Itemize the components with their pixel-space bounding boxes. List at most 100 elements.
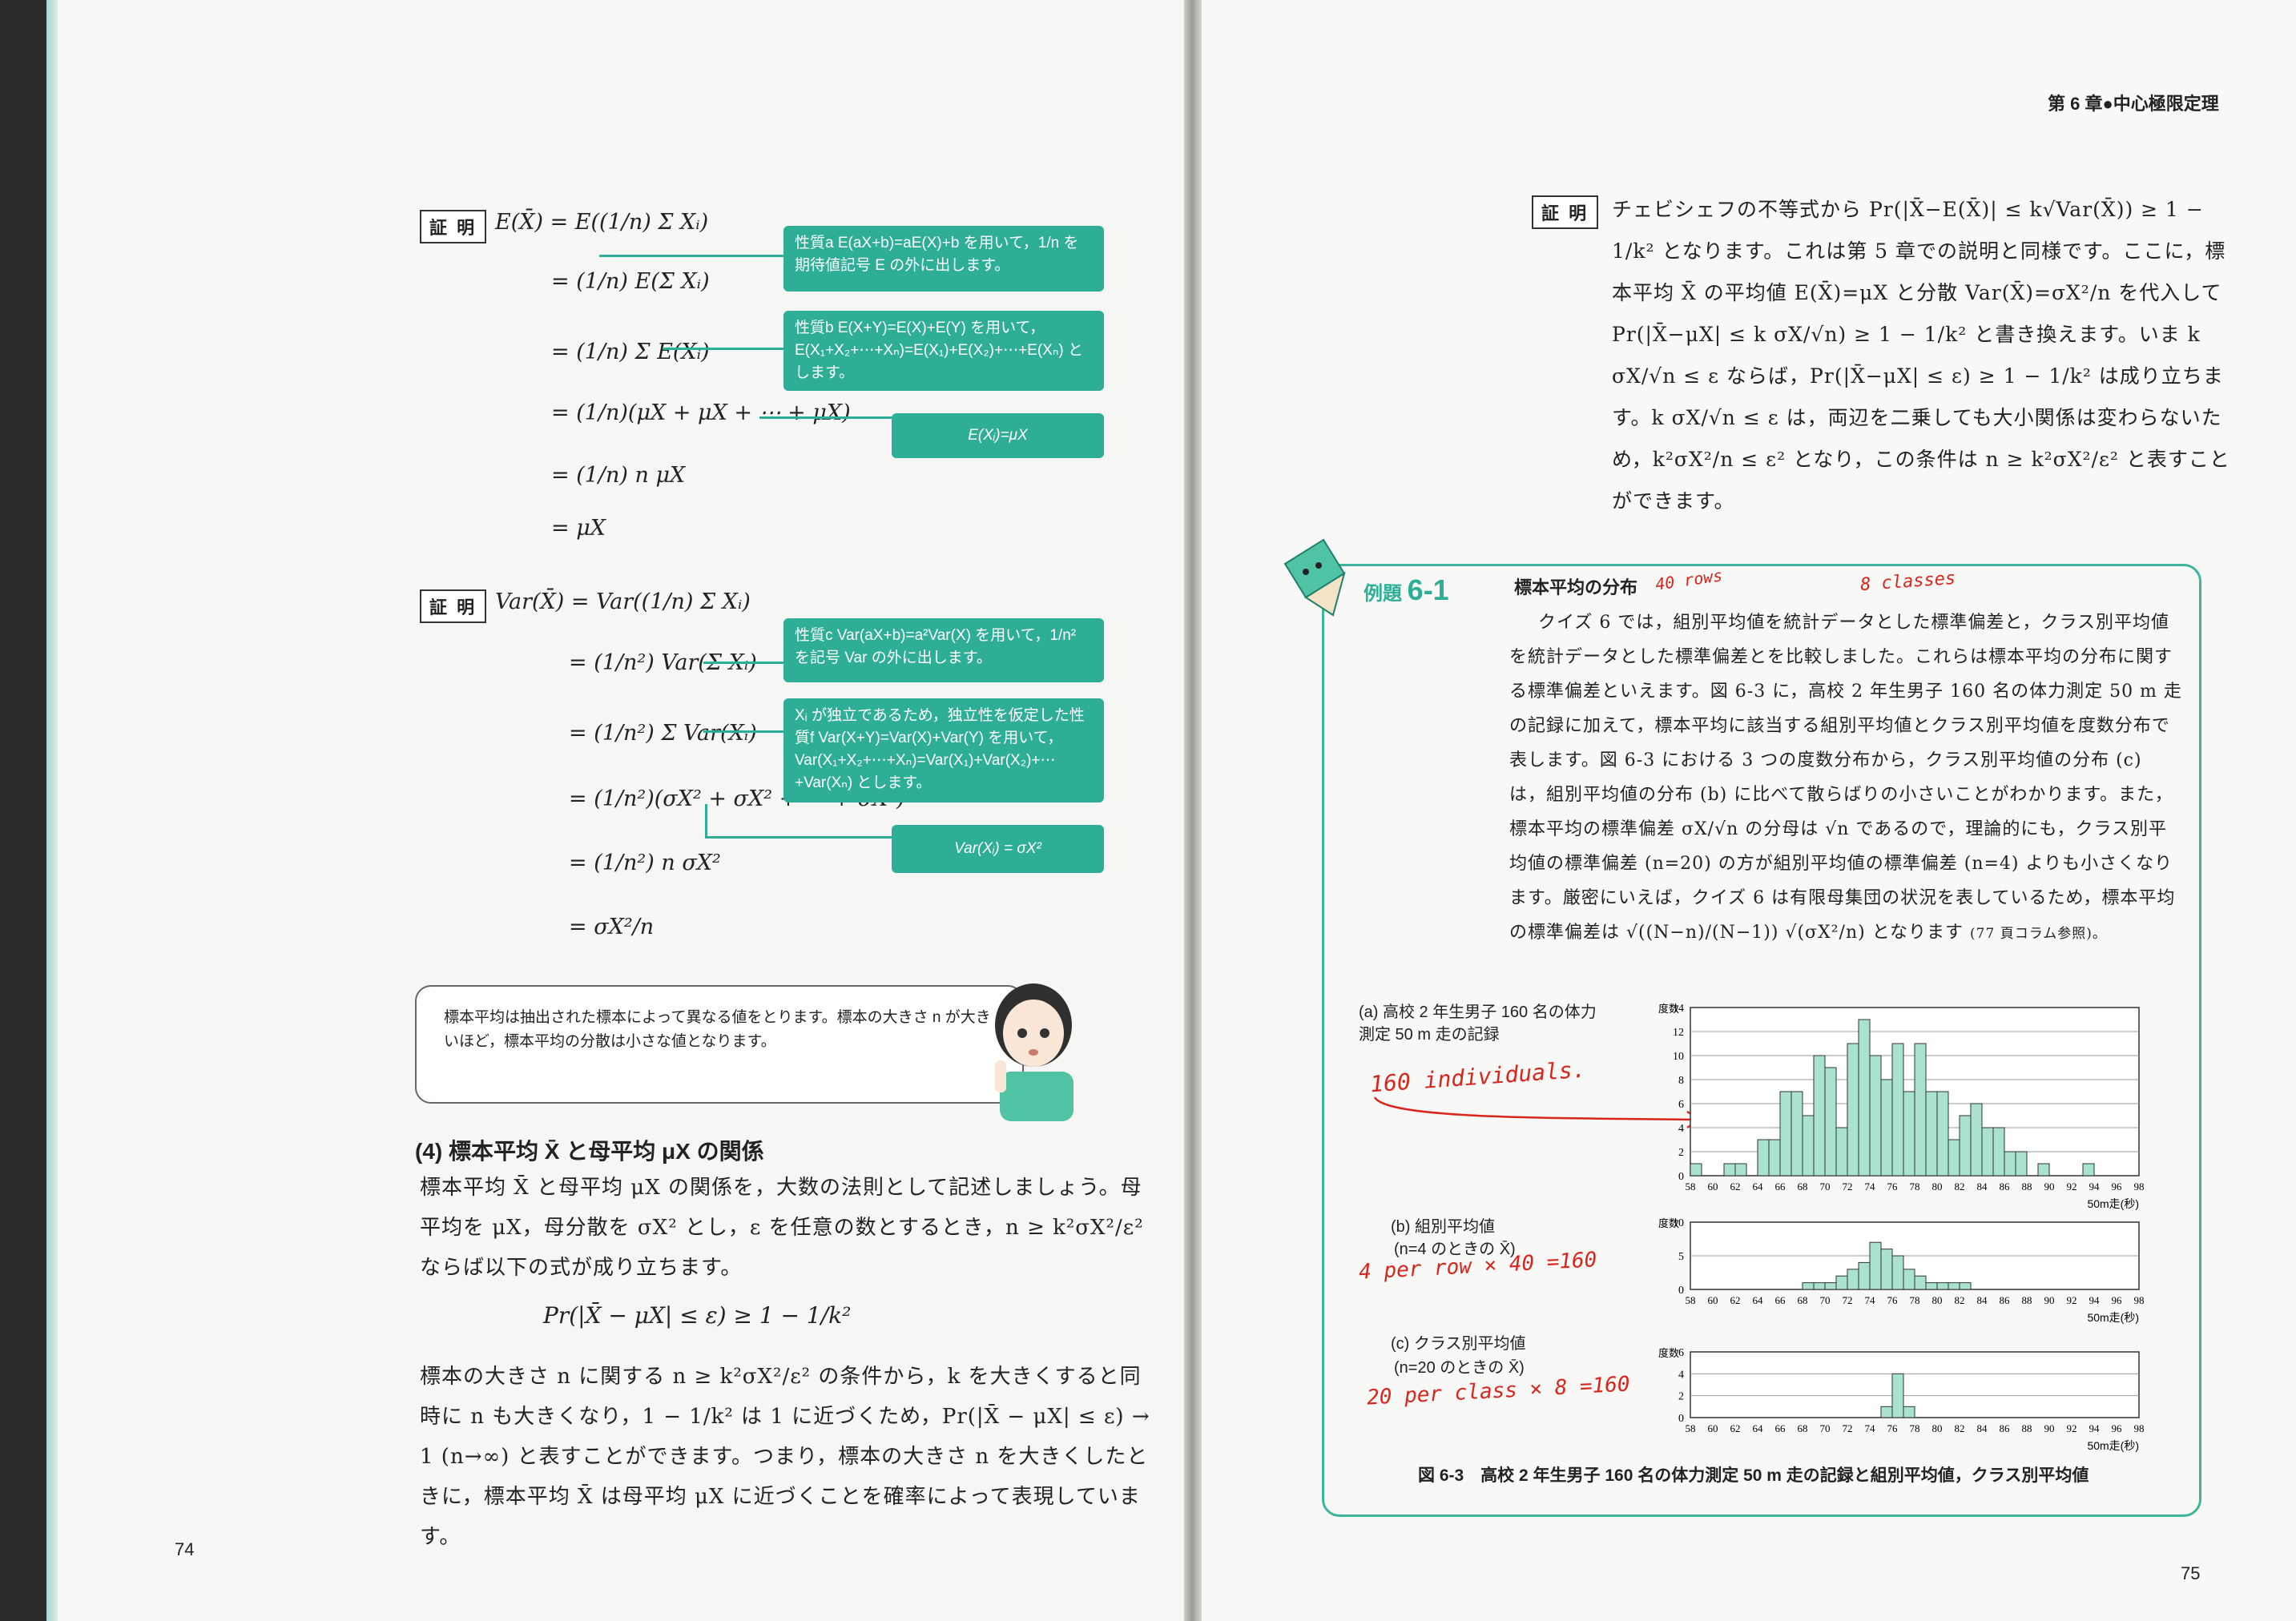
x-tick-label: 86: [2000, 1422, 2011, 1434]
x-tick-label: 72: [1843, 1294, 1853, 1306]
y-tick-label: 4: [1678, 1369, 1684, 1381]
x-tick-label: 64: [1753, 1181, 1764, 1193]
paragraph-2: 標本の大きさ n に関する n ≥ k²σX²/ε² の条件から，k を大きくす…: [420, 1365, 1150, 1549]
histogram-bar: [1869, 1241, 1882, 1290]
y-tick-label: 12: [1673, 1027, 1684, 1039]
histogram-bar: [1779, 1091, 1792, 1177]
histogram-bar: [1847, 1269, 1859, 1290]
histogram-bar: [1802, 1115, 1815, 1177]
histogram-bar: [1903, 1406, 1915, 1418]
x-tick-label: 72: [1843, 1181, 1853, 1193]
x-tick-label: 90: [2044, 1181, 2055, 1193]
histogram-bar: [1891, 1255, 1904, 1290]
note-property-a: 性質a E(aX+b)=aE(X)+b を用いて，1/n を期待値記号 E の外…: [783, 226, 1104, 292]
histogram-bar: [1723, 1163, 1736, 1177]
x-tick-label: 72: [1843, 1422, 1853, 1434]
x-tick-label: 88: [2022, 1422, 2032, 1434]
speech-bubble-text: 標本平均は抽出された標本によって異なる値をとります。標本の大きさ n が大きいほ…: [444, 1009, 991, 1050]
y-tick-label: 0: [1678, 1171, 1684, 1183]
figure-caption: 図 6-3 高校 2 年生男子 160 名の体力測定 50 m 走の記録と組別平…: [1418, 1466, 2089, 1485]
y-tick-label: 0: [1678, 1285, 1684, 1297]
x-tick-label: 74: [1865, 1422, 1876, 1434]
note-connector: [705, 804, 707, 838]
x-tick-label: 82: [1955, 1294, 1965, 1306]
histogram-bar: [1914, 1043, 1927, 1177]
histogram-bar: [1925, 1282, 1938, 1290]
x-tick-label: 66: [1775, 1181, 1786, 1193]
page-number: 75: [2181, 1563, 2201, 1583]
histogram-bar: [1880, 1079, 1893, 1177]
chart-c-title: (c) クラス別平均値: [1391, 1335, 1526, 1353]
book-gutter: [1184, 0, 1202, 1621]
proof2-line-1: Var(X̄) = Var((1/n) Σ Xᵢ): [495, 589, 751, 614]
histogram-bar: [1835, 1127, 1848, 1177]
note-connector: [703, 730, 783, 733]
law-of-large-numbers-formula: Pr(|X̄ − μX| ≤ ε) ≥ 1 − 1/k²: [543, 1302, 852, 1329]
x-tick-label: 60: [1708, 1422, 1718, 1434]
x-tick-label: 68: [1798, 1422, 1808, 1434]
histogram-bar: [1790, 1091, 1803, 1177]
x-tick-label: 62: [1730, 1422, 1741, 1434]
note-property-c: 性質c Var(aX+b)=a²Var(X) を用いて，1/n² を記号 Var…: [783, 618, 1104, 682]
x-tick-label: 84: [1977, 1294, 1988, 1306]
histogram-bar: [2037, 1163, 2050, 1177]
section-heading: (4) 標本平均 X̄ と母平均 μX の関係: [415, 1139, 764, 1164]
histogram-bar: [1824, 1282, 1837, 1290]
left-page: 証 明 E(X̄) = E((1/n) Σ Xᵢ) = (1/n) E(Σ Xᵢ…: [46, 0, 1184, 1621]
proof-label: 証 明: [1532, 195, 1599, 229]
x-tick-label: 62: [1730, 1294, 1741, 1306]
x-tick-label: 76: [1887, 1294, 1899, 1306]
x-tick-label: 88: [2022, 1294, 2032, 1306]
column-reference: (77 頁コラム参照)。: [1970, 926, 2107, 942]
x-tick-label: 58: [1686, 1422, 1696, 1434]
y-tick-label: 6: [1678, 1099, 1684, 1111]
proof2-line-5: = (1/n²) n σX²: [569, 851, 721, 875]
example-label: 例題 6-1: [1364, 573, 1449, 607]
histogram-bar: [1835, 1275, 1848, 1290]
paragraph-1: 標本平均 X̄ と母平均 μX の関係を，大数の法則として記述しましょう。母平均…: [420, 1176, 1144, 1280]
proof-label: 証 明: [420, 210, 487, 243]
y-tick-label: 10: [1673, 1051, 1684, 1063]
proof1-line-4: = (1/n)(μX + μX + ⋯ + μX): [551, 400, 851, 425]
x-tick-label: 80: [1932, 1294, 1943, 1306]
note-connector: [703, 662, 783, 664]
x-tick-label: 90: [2044, 1422, 2055, 1434]
histogram-bar: [2015, 1151, 2028, 1177]
note-property-f: Xᵢ が独立であるため，独立性を仮定した性質f Var(X+Y)=Var(X)+…: [783, 698, 1104, 802]
x-axis-label: 50m走(秒): [2087, 1197, 2139, 1210]
example-number: 6-1: [1407, 573, 1449, 606]
histogram-bar: [1948, 1282, 1960, 1290]
histogram-figure: 02468101214度数58 60 62 64 66 68 70 72 74 76 78 80 82 8…: [1658, 1003, 2145, 1452]
x-tick-label: 96: [2112, 1181, 2123, 1193]
x-tick-label: 92: [2067, 1181, 2077, 1193]
speech-bubble: 標本平均は抽出された標本によって異なる値をとります。標本の大きさ n が大きいほ…: [415, 985, 1024, 1104]
histogram-bar: [1903, 1269, 1915, 1290]
y-tick-label: 4: [1678, 1123, 1684, 1135]
y-tick-label: 0: [1678, 1413, 1684, 1425]
x-tick-label: 68: [1798, 1294, 1808, 1306]
y-axis-label: 度数: [1658, 1217, 1679, 1229]
histogram-bar: [1847, 1043, 1859, 1177]
chart-a-title: (a) 高校 2 年生男子 160 名の体力測定 50 m 走の記録: [1359, 1004, 1597, 1044]
proof1-line-5: = (1/n) n μX: [551, 463, 686, 488]
x-tick-label: 76: [1887, 1422, 1899, 1434]
x-tick-label: 70: [1820, 1181, 1831, 1193]
x-tick-label: 74: [1865, 1181, 1876, 1193]
histogram-bar: [1880, 1249, 1893, 1290]
histogram-bar: [1880, 1406, 1893, 1418]
example-label-text: 例題: [1364, 583, 1402, 605]
x-tick-label: 64: [1753, 1294, 1764, 1306]
x-tick-label: 62: [1730, 1181, 1741, 1193]
histogram-bar: [1802, 1282, 1815, 1290]
histogram-bar: [1970, 1103, 1983, 1177]
x-tick-label: 66: [1775, 1422, 1786, 1434]
histogram-bar: [1992, 1127, 2005, 1177]
proof1-line-6: = μX: [551, 516, 606, 541]
x-tick-label: 66: [1775, 1294, 1786, 1306]
x-tick-label: 68: [1798, 1181, 1808, 1193]
x-tick-label: 80: [1932, 1181, 1943, 1193]
x-tick-label: 78: [1910, 1294, 1920, 1306]
note-property-b: 性質b E(X+Y)=E(X)+E(Y) を用いて，E(X₁+X₂+⋯+Xₙ)=…: [783, 311, 1104, 391]
x-tick-label: 60: [1708, 1181, 1718, 1193]
histogram-bar: [1858, 1261, 1871, 1290]
